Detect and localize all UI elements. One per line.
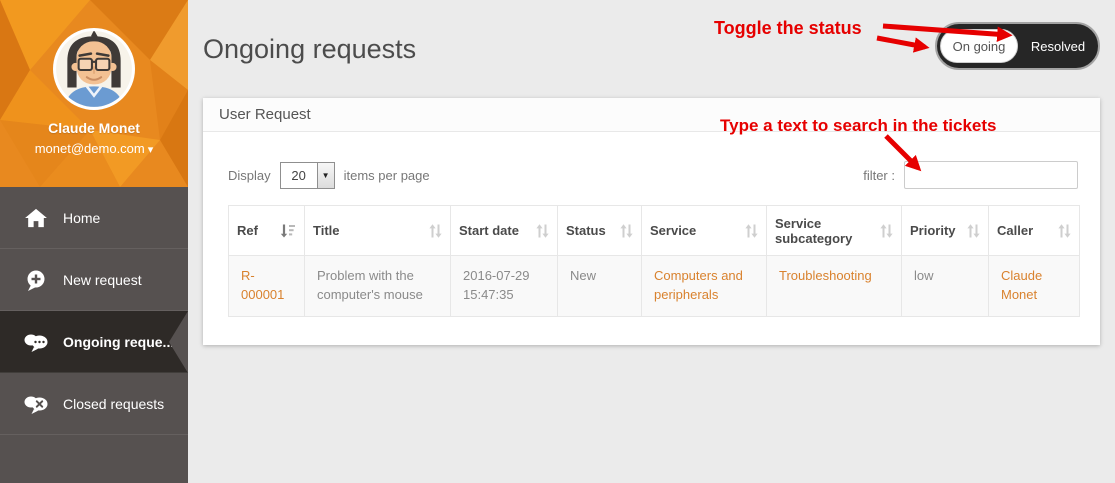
sidebar: Claude Monet monet@demo.com▾ Home [0, 0, 188, 483]
cell-priority: low [902, 256, 989, 317]
cell-title: Problem with the computer's mouse [305, 256, 451, 317]
sort-icon [745, 224, 758, 238]
display-label: Display [228, 168, 271, 183]
column-label: Service subcategory [775, 216, 876, 246]
sort-icon [967, 224, 980, 238]
closed-requests-icon [24, 393, 48, 415]
sort-desc-icon [280, 224, 296, 238]
select-dropdown-button[interactable]: ▼ [317, 163, 334, 188]
service-subcategory-link[interactable]: Troubleshooting [779, 268, 872, 283]
sidebar-item-ongoing-requests[interactable]: Ongoing reque... [0, 311, 188, 373]
column-label: Start date [459, 223, 519, 238]
cell-start-date: 2016-07-29 15:47:35 [451, 256, 558, 317]
items-per-page-label: items per page [344, 168, 430, 183]
sidebar-item-label: New request [63, 272, 142, 288]
cell-status: New [558, 256, 642, 317]
sidebar-item-label: Home [63, 210, 100, 226]
filter-label: filter : [863, 168, 895, 183]
column-header-start-date[interactable]: Start date [451, 206, 558, 256]
table-row[interactable]: R-000001 Problem with the computer's mou… [229, 256, 1080, 317]
ongoing-requests-icon [24, 331, 48, 353]
sort-icon [880, 224, 893, 238]
sidebar-nav: Home New request [0, 187, 188, 435]
items-per-page-control: Display 20 ▼ items per page [228, 162, 430, 189]
table-controls: Display 20 ▼ items per page filter : [228, 160, 1078, 190]
sort-icon [536, 224, 549, 238]
column-header-service[interactable]: Service [642, 206, 767, 256]
column-header-service-subcategory[interactable]: Service subcategory [767, 206, 902, 256]
caller-link[interactable]: Claude Monet [1001, 268, 1042, 302]
user-name: Claude Monet [0, 120, 188, 136]
sidebar-item-closed-requests[interactable]: Closed requests [0, 373, 188, 435]
itop-portal-app: Claude Monet monet@demo.com▾ Home [0, 0, 1115, 483]
annotation-filter-hint: Type a text to search in the tickets [720, 116, 997, 136]
column-header-ref[interactable]: Ref [229, 206, 305, 256]
table-header-row: Ref Title [229, 206, 1080, 256]
sort-icon [1058, 224, 1071, 238]
column-label: Priority [910, 223, 956, 238]
items-per-page-value: 20 [281, 163, 317, 188]
filter-input[interactable] [904, 161, 1078, 189]
cell-ref: R-000001 [229, 256, 305, 317]
column-header-caller[interactable]: Caller [989, 206, 1080, 256]
toggle-option-resolved[interactable]: Resolved [1018, 39, 1098, 54]
ref-link[interactable]: R-000001 [241, 268, 284, 302]
user-email-text: monet@demo.com [35, 141, 145, 156]
toggle-option-ongoing[interactable]: On going [940, 29, 1018, 63]
new-request-icon [24, 269, 48, 291]
status-toggle: On going Resolved [935, 22, 1100, 70]
column-label: Service [650, 223, 696, 238]
sidebar-item-home[interactable]: Home [0, 187, 188, 249]
sidebar-item-new-request[interactable]: New request [0, 249, 188, 311]
cell-service-subcategory: Troubleshooting [767, 256, 902, 317]
arrow-to-ongoing [877, 38, 925, 47]
home-icon [24, 207, 48, 229]
service-link[interactable]: Computers and peripherals [654, 268, 743, 302]
sidebar-item-label: Ongoing reque... [63, 334, 174, 350]
column-header-title[interactable]: Title [305, 206, 451, 256]
column-header-priority[interactable]: Priority [902, 206, 989, 256]
items-per-page-select[interactable]: 20 ▼ [280, 162, 335, 189]
column-label: Title [313, 223, 340, 238]
chevron-down-icon: ▾ [148, 144, 154, 156]
filter-control: filter : [863, 161, 1078, 189]
column-label: Ref [237, 223, 258, 238]
column-header-status[interactable]: Status [558, 206, 642, 256]
sort-icon [429, 224, 442, 238]
user-menu[interactable]: monet@demo.com▾ [0, 141, 188, 156]
page-title: Ongoing requests [203, 34, 416, 65]
caret-down-icon: ▼ [322, 171, 330, 180]
user-panel: Claude Monet monet@demo.com▾ [0, 0, 188, 187]
column-label: Status [566, 223, 606, 238]
cell-service: Computers and peripherals [642, 256, 767, 317]
column-label: Caller [997, 223, 1033, 238]
annotation-toggle-status: Toggle the status [714, 18, 862, 39]
requests-table: Ref Title [228, 205, 1080, 317]
avatar [53, 28, 135, 110]
sort-icon [620, 224, 633, 238]
cell-caller: Claude Monet [989, 256, 1080, 317]
sidebar-item-label: Closed requests [63, 396, 164, 412]
